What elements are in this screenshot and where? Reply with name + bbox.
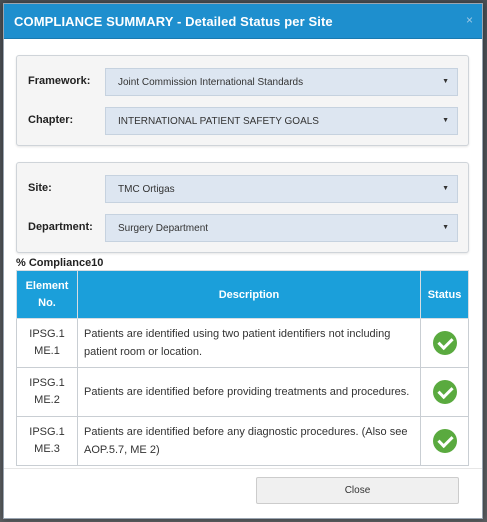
element-no-line1: IPSG.1 <box>29 328 65 340</box>
site-label: Site: <box>28 182 52 194</box>
element-header-line1: Element <box>25 279 69 292</box>
element-no-cell: IPSG.1 ME.2 <box>16 367 78 417</box>
status-cell <box>420 367 469 417</box>
close-icon[interactable]: × <box>466 14 473 26</box>
status-header: Status <box>420 270 469 319</box>
framework-row: Framework: Joint Commission Internationa… <box>17 68 468 96</box>
chevron-down-icon: ▼ <box>442 185 449 192</box>
table-row: IPSG.1 ME.1 Patients are identified usin… <box>16 318 469 368</box>
element-no-line1: IPSG.1 <box>29 377 65 389</box>
chevron-down-icon: ▼ <box>442 78 449 85</box>
framework-select[interactable]: Joint Commission International Standards… <box>105 68 458 96</box>
table-header-row: Element No. Description Status <box>16 270 469 319</box>
element-no-line2: ME.2 <box>34 394 60 406</box>
element-no-header: Element No. <box>16 270 78 319</box>
framework-chapter-panel: Framework: Joint Commission Internationa… <box>16 55 469 146</box>
site-row: Site: TMC Ortigas ▼ <box>17 175 468 203</box>
table-row: IPSG.1 ME.3 Patients are identified befo… <box>16 416 469 466</box>
framework-label: Framework: <box>28 75 91 87</box>
chapter-value: INTERNATIONAL PATIENT SAFETY GOALS <box>118 115 319 127</box>
compliance-summary-dialog: COMPLIANCE SUMMARY - Detailed Status per… <box>3 3 483 519</box>
site-value: TMC Ortigas <box>118 183 175 195</box>
check-circle-icon <box>432 429 457 453</box>
status-cell <box>420 318 469 368</box>
chapter-select[interactable]: INTERNATIONAL PATIENT SAFETY GOALS ▼ <box>105 107 458 135</box>
description-cell: Patients are identified before any diagn… <box>77 416 421 466</box>
element-no-cell: IPSG.1 ME.3 <box>16 416 78 466</box>
department-label: Department: <box>28 221 93 233</box>
compliance-percentage: % Compliance10 <box>16 257 104 269</box>
description-cell: Patients are identified using two patien… <box>77 318 421 368</box>
chevron-down-icon: ▼ <box>442 224 449 231</box>
site-department-panel: Site: TMC Ortigas ▼ Department: Surgery … <box>16 162 469 253</box>
chevron-down-icon: ▼ <box>442 117 449 124</box>
check-circle-icon <box>432 380 457 404</box>
element-no-line2: ME.3 <box>34 443 60 455</box>
table-row: IPSG.1 ME.2 Patients are identified befo… <box>16 367 469 417</box>
check-circle-icon <box>432 331 457 355</box>
dialog-title: COMPLIANCE SUMMARY - Detailed Status per… <box>14 13 333 29</box>
department-select[interactable]: Surgery Department ▼ <box>105 214 458 242</box>
close-button[interactable]: Close <box>256 477 459 504</box>
site-select[interactable]: TMC Ortigas ▼ <box>105 175 458 203</box>
element-header-line2: No. <box>38 296 56 309</box>
description-header: Description <box>77 270 421 319</box>
chapter-label: Chapter: <box>28 114 74 126</box>
description-cell: Patients are identified before providing… <box>77 367 421 417</box>
element-no-cell: IPSG.1 ME.1 <box>16 318 78 368</box>
chapter-row: Chapter: INTERNATIONAL PATIENT SAFETY GO… <box>17 107 468 135</box>
status-cell <box>420 416 469 466</box>
footer-divider <box>4 468 482 469</box>
department-value: Surgery Department <box>118 222 209 234</box>
dialog-header: COMPLIANCE SUMMARY - Detailed Status per… <box>4 4 482 39</box>
framework-value: Joint Commission International Standards <box>118 76 304 88</box>
element-no-line1: IPSG.1 <box>29 426 65 438</box>
department-row: Department: Surgery Department ▼ <box>17 214 468 242</box>
element-no-line2: ME.1 <box>34 345 60 357</box>
compliance-table: Element No. Description Status IPSG.1 ME… <box>16 270 469 466</box>
